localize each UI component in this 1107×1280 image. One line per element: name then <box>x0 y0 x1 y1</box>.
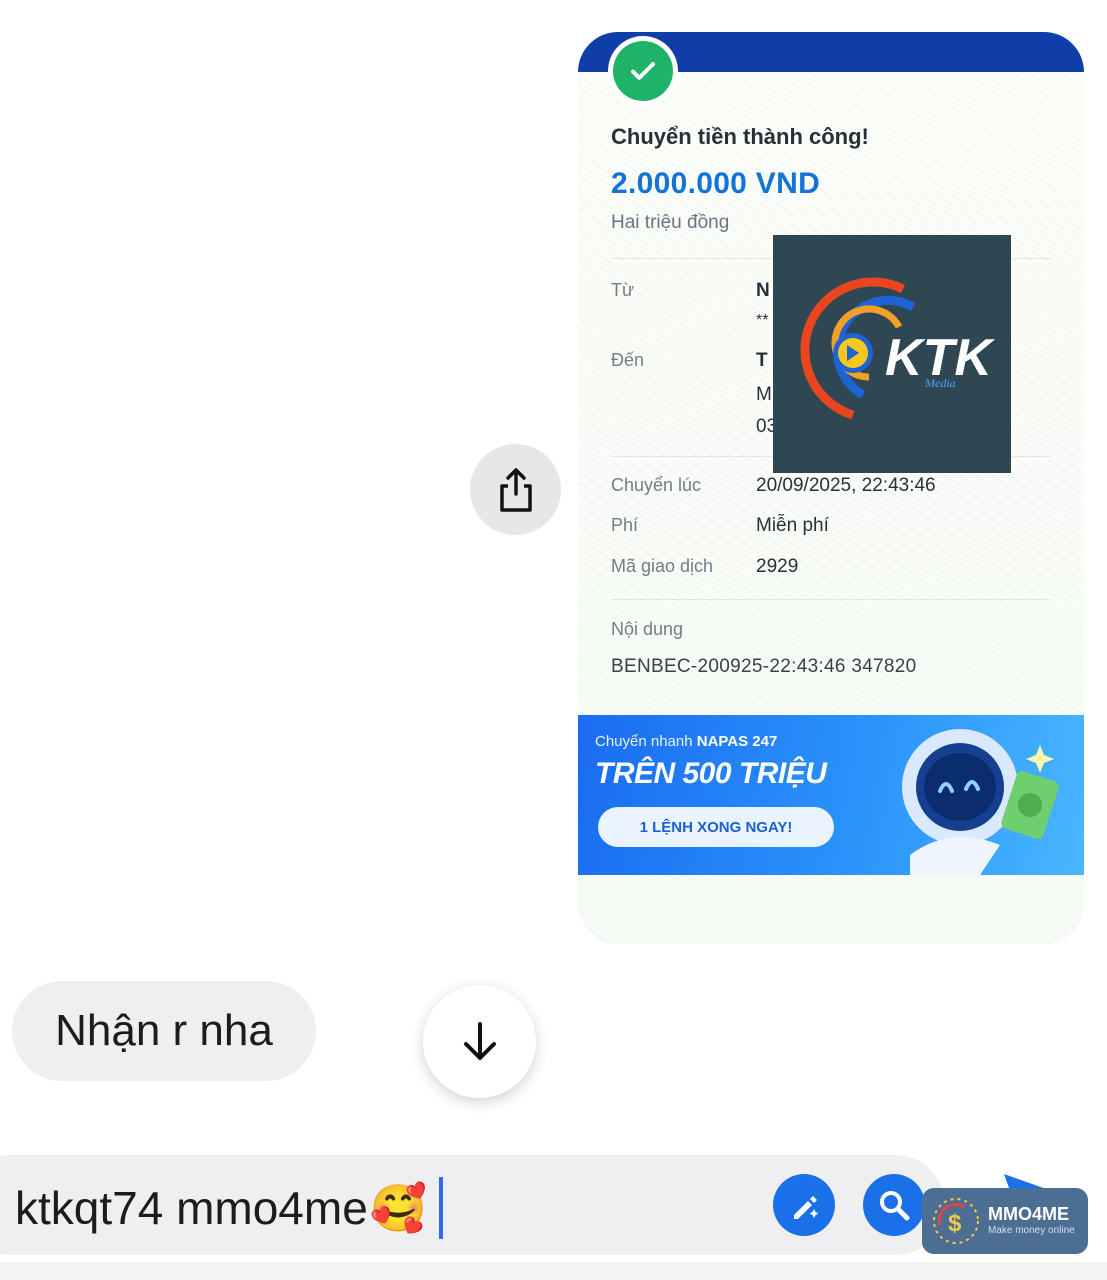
svg-text:$: $ <box>948 1210 962 1237</box>
mascot-icon <box>902 729 1059 875</box>
time-value: 20/09/2025, 22:43:46 <box>756 475 936 496</box>
banner-headline: TRÊN 500 TRIỆU <box>595 757 827 790</box>
receipt-amount-words: Hai triệu đồng <box>611 212 730 233</box>
from-account: ** <box>756 312 769 329</box>
badge-tagline: Make money online <box>988 1225 1075 1236</box>
share-icon <box>499 467 532 512</box>
time-label: Chuyển lúc <box>611 475 702 495</box>
search-button[interactable] <box>863 1174 925 1236</box>
badge-brand: MMO4ME <box>988 1204 1069 1224</box>
success-check-icon <box>608 36 678 106</box>
fee-label: Phí <box>611 515 639 535</box>
promo-banner[interactable]: Chuyển nhanh NAPAS 247 TRÊN 500 TRIỆU 1 … <box>578 715 1084 875</box>
divider <box>611 599 1051 600</box>
message-input-text[interactable]: ktkqt74 mmo4me 🥰 <box>15 1177 444 1239</box>
receipt-amount: 2.000.000 VND <box>611 167 821 200</box>
ai-write-button[interactable] <box>773 1174 835 1236</box>
mmo4me-watermark-badge: $ MMO4ME Make money online <box>922 1188 1088 1254</box>
incoming-message-bubble[interactable]: Nhận r nha <box>12 981 316 1081</box>
receipt-title: Chuyển tiền thành công! <box>611 124 869 149</box>
svg-text:Media: Media <box>924 376 956 390</box>
note-value: BENBEC-200925-22:43:46 347820 <box>611 656 917 677</box>
share-button[interactable] <box>470 444 561 535</box>
transaction-id-label: Mã giao dịch <box>611 556 714 576</box>
smiling-hearts-emoji: 🥰 <box>369 1181 428 1234</box>
from-label: Từ <box>611 280 635 300</box>
transaction-id-value: 2929 <box>756 556 799 577</box>
ktk-media-logo: KTK Media <box>773 235 1011 473</box>
to-bank: M <box>756 384 772 405</box>
transfer-receipt-image[interactable]: Chuyển tiền thành công! 2.000.000 VND Ha… <box>578 32 1084 944</box>
composer-bar <box>0 1262 1107 1280</box>
incoming-message-text: Nhận r nha <box>55 1006 273 1055</box>
note-label: Nội dung <box>611 619 684 639</box>
banner-cta-button[interactable]: 1 LỆNH XONG NGAY! <box>598 807 834 847</box>
dollar-coin-icon: $ <box>933 1198 979 1244</box>
search-icon <box>880 1191 910 1221</box>
text-caret <box>439 1177 444 1239</box>
to-value: T <box>756 350 768 371</box>
to-label: Đến <box>611 350 645 370</box>
from-value: N <box>756 280 770 301</box>
scroll-to-bottom-button[interactable] <box>423 985 536 1098</box>
banner-subtitle: Chuyển nhanh NAPAS 247 <box>595 733 778 750</box>
arrow-down-icon <box>463 1021 496 1060</box>
fee-value: Miễn phí <box>756 515 829 536</box>
magic-pen-icon <box>794 1196 819 1219</box>
